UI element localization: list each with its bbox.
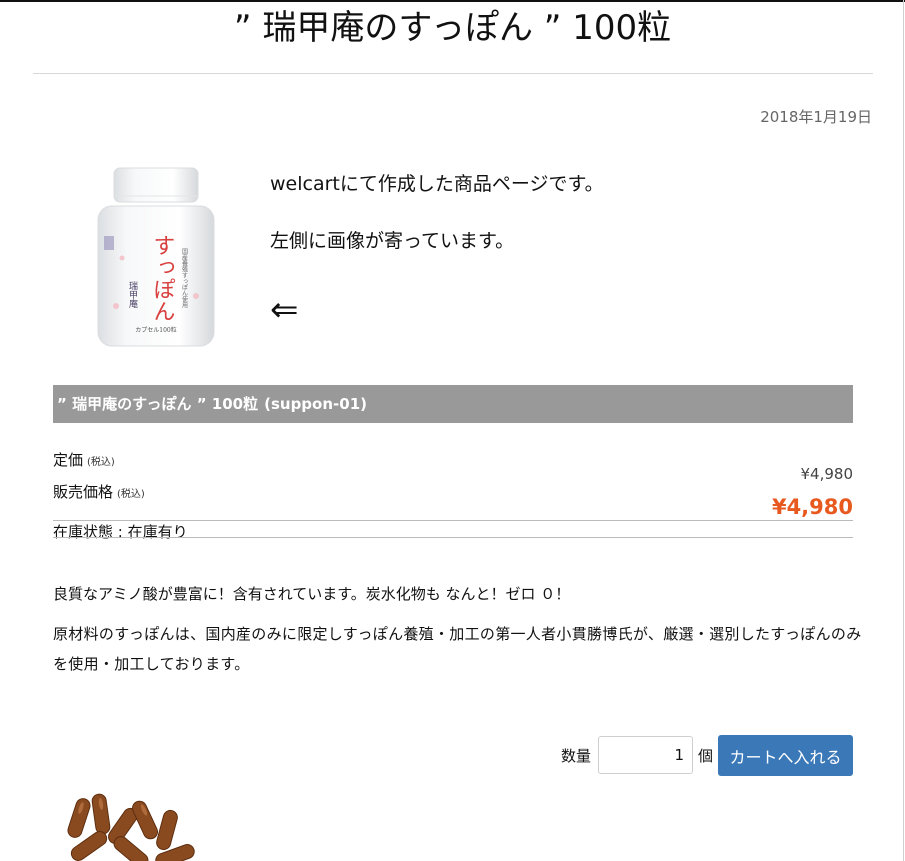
quantity-input[interactable] [598, 736, 693, 774]
tax-note: (税込) [117, 489, 145, 500]
item-name: ” 瑞甲庵のすっぽん ” 100粒 [57, 395, 259, 413]
stock-divider [53, 537, 853, 538]
add-to-cart-button[interactable]: カートへ入れる [718, 735, 853, 776]
sale-price-label: 販売価格 (税込) [53, 483, 145, 501]
intro-line-2: 左側に画像が寄っています。 [270, 230, 515, 252]
title-divider [33, 73, 873, 74]
item-name-bar: ” 瑞甲庵のすっぽん ” 100粒 (suppon-01) [53, 385, 853, 423]
left-arrow-icon: ⇐ [270, 290, 299, 330]
bottle-capsule-text: カプセル100粒 [135, 326, 176, 334]
intro-text: welcartにて作成した商品ページです。 左側に画像が寄っています。 [270, 172, 604, 286]
quantity-label: 数量 [561, 747, 592, 765]
item-description: 良質なアミノ酸が豊富に！含有されています。炭水化物も なんと！ゼロ ０！ 原材料… [53, 579, 863, 689]
capsules-image[interactable] [64, 792, 204, 861]
product-image[interactable]: すっぽん 瑞甲庵 国産養殖すっぽん使用 カプセル100粒 [92, 166, 220, 350]
post-date: 2018年1月19日 [760, 108, 872, 126]
right-border [903, 0, 904, 861]
sale-price-value: ¥4,980 [771, 495, 853, 519]
unit-label: 個 [698, 747, 714, 765]
list-price-value: ¥4,980 [800, 465, 854, 483]
description-line-1: 良質なアミノ酸が豊富に！含有されています。炭水化物も なんと！ゼロ ０！ [53, 585, 571, 603]
tax-note: (税込) [87, 457, 115, 468]
stock-status: 在庫状態 : 在庫有り [53, 523, 188, 541]
intro-line-1: welcartにて作成した商品ページです。 [270, 173, 604, 195]
page-title: ” 瑞甲庵のすっぽん ” 100粒 [233, 8, 672, 48]
bottle-brand-text: 瑞甲庵 [127, 280, 138, 309]
bottle-label-text: すっぽん [150, 234, 175, 322]
list-price-label: 定価 (税込) [53, 451, 115, 469]
description-line-2: 原材料のすっぽんは、国内産のみに限定しすっぽん養殖・加工の第一人者小貫勝博氏が、… [53, 625, 862, 673]
top-border [0, 0, 905, 2]
bottle-side-text: 国産養殖すっぽん使用 [181, 248, 188, 309]
item-code: (suppon-01) [264, 395, 367, 413]
